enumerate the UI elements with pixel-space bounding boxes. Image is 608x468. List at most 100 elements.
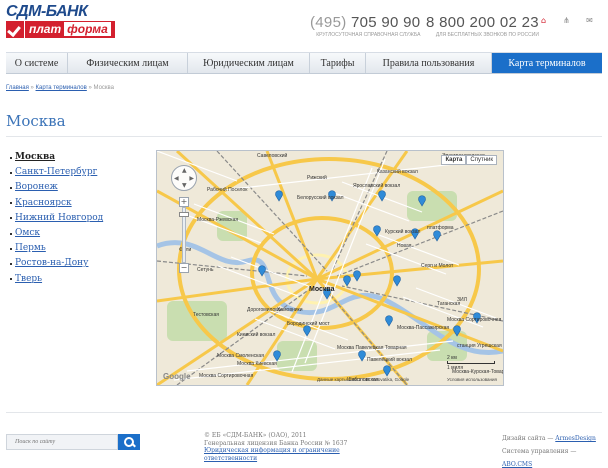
nav-item-3[interactable]: Тарифы: [310, 53, 366, 73]
cms-link[interactable]: ABO.CMS: [502, 461, 532, 468]
map-label: ЗИЛ: [457, 297, 467, 303]
nav-item-5[interactable]: Карта терминалов: [492, 53, 602, 73]
city-item: Санкт-Петербург: [10, 165, 103, 180]
breadcrumb-current: Москва: [93, 85, 114, 91]
map-label: Москва Сортировочная Рязанская: [447, 317, 503, 323]
search-icon[interactable]: [118, 434, 140, 450]
bullet-icon: [10, 217, 12, 220]
breadcrumb-home[interactable]: Главная: [6, 85, 29, 91]
map-label: Москва Смоленская: [217, 353, 264, 359]
zoom-handle[interactable]: [179, 212, 189, 217]
map-label: Дорогомилово: [247, 307, 281, 313]
map-label: Сетунь: [197, 267, 214, 273]
map-type-satellite[interactable]: Спутник: [466, 155, 497, 165]
home-icon[interactable]: ⌂: [539, 16, 548, 25]
map-label: Бородинский мост: [287, 320, 330, 327]
map-label: Москва Павелецкая Товарная: [337, 345, 407, 351]
city-item: Воронеж: [10, 180, 103, 195]
map-label: Павелецкий вокзал: [367, 356, 412, 363]
sitemap-icon[interactable]: ⋔: [562, 16, 571, 25]
map-canvas[interactable]: Савеловский Рижский Белорусский вокзал Ярос…: [157, 151, 503, 385]
google-logo[interactable]: Google: [163, 372, 191, 381]
map-attribution: Данные карты ©2012 GIS Innovatika, Googl…: [317, 377, 410, 382]
city-link[interactable]: Воронеж: [15, 180, 58, 195]
pan-right-icon[interactable]: ▶: [189, 175, 194, 182]
bullet-icon: [10, 278, 12, 281]
city-link[interactable]: Омск: [15, 226, 40, 241]
nav-item-0[interactable]: О системе: [6, 53, 68, 73]
city-item: Москва: [10, 150, 103, 165]
site-credits: Дизайн сайта — ArmesDesign Система управ…: [502, 435, 596, 468]
site-search: [6, 434, 140, 450]
map-label: Ярославский вокзал: [353, 182, 400, 189]
nav-item-1[interactable]: Физическим лицам: [68, 53, 188, 73]
nav-item-4[interactable]: Правила пользования: [366, 53, 492, 73]
nav-item-2[interactable]: Юридическим лицам: [188, 53, 310, 73]
map-label: платформа: [427, 225, 454, 231]
copyright-block: © ЕБ «СДМ-БАНК» (ОАО), 2011 Генеральная …: [204, 432, 348, 462]
map-terms-link[interactable]: Условия использования: [447, 377, 497, 382]
pan-up-icon[interactable]: ▲: [182, 167, 187, 174]
map-label: Москва-Ржевская: [197, 217, 238, 223]
main-nav: О системе Физическим лицам Юридическим лиц…: [6, 52, 602, 74]
map-type-switcher: Карта Спутник: [441, 155, 497, 165]
phone-moscow: (495) 705 90 90 круглосуточная справочна…: [310, 14, 421, 38]
map-label: Новая: [397, 243, 412, 249]
city-link[interactable]: Москва: [15, 150, 55, 165]
breadcrumb-map[interactable]: Карта терминалов: [36, 85, 87, 91]
city-item: Омск: [10, 226, 103, 241]
city-link[interactable]: Ростов-на-Дону: [15, 256, 88, 271]
map-label: Рижский: [307, 174, 327, 181]
zoom-control: + −: [179, 197, 189, 277]
map-label: Савеловский: [257, 152, 287, 159]
map-label: Белорусский вокзал: [297, 194, 344, 201]
city-item: Нижний Новгород: [10, 211, 103, 226]
map-label: Курский вокзал: [385, 228, 420, 235]
map-type-map[interactable]: Карта: [441, 155, 467, 165]
city-link[interactable]: Красноярск: [15, 196, 72, 211]
pan-left-icon[interactable]: ◀: [174, 175, 179, 182]
map-scale: 2 км 1 миля: [447, 355, 495, 371]
mail-icon[interactable]: ✉: [585, 16, 594, 25]
phone-free: 8 800 200 02 23 для бесплатных звонков п…: [426, 14, 539, 38]
zoom-slider[interactable]: [179, 207, 189, 263]
map-label: Москва-Пассажирская: [397, 325, 449, 331]
city-link[interactable]: Тверь: [15, 272, 42, 287]
search-input[interactable]: [6, 434, 119, 450]
terminal-map[interactable]: Савеловский Рижский Белорусский вокзал Ярос…: [156, 150, 504, 386]
zoom-out-button[interactable]: −: [179, 263, 189, 273]
bullet-icon: [10, 202, 12, 205]
map-label: Москва Киевская: [237, 361, 277, 367]
divider: [6, 136, 602, 137]
bullet-icon: [10, 247, 12, 250]
pan-control[interactable]: ▲ ▼ ◀ ▶: [171, 165, 197, 191]
bullet-icon: [10, 232, 12, 235]
bullet-icon: [10, 156, 12, 159]
bullet-icon: [10, 262, 12, 265]
breadcrumb: Главная » Карта терминалов » Москва: [6, 85, 114, 91]
header-icons: ⌂ ⋔ ✉: [539, 16, 594, 25]
map-label: станция Угрешская: [457, 343, 502, 349]
divider: [6, 412, 602, 413]
map-label: Тестовская: [193, 312, 219, 318]
map-label: Казанский вокзал: [377, 168, 418, 175]
pan-down-icon[interactable]: ▼: [182, 182, 187, 189]
zoom-in-button[interactable]: +: [179, 197, 189, 207]
city-item: Красноярск: [10, 196, 103, 211]
city-link[interactable]: Санкт-Петербург: [15, 165, 97, 180]
city-list: Москва Санкт-Петербург Воронеж Красноярск Ни…: [10, 150, 103, 287]
map-label: Хамовники: [277, 307, 303, 313]
city-item: Пермь: [10, 241, 103, 256]
city-link[interactable]: Нижний Новгород: [15, 211, 103, 226]
city-link[interactable]: Пермь: [15, 241, 46, 256]
map-label: Серп и Молот: [421, 263, 454, 269]
map-center-label: Москва: [309, 286, 335, 293]
design-link[interactable]: ArmesDesign: [555, 435, 596, 442]
logo-text: СДМ-БАНК: [6, 3, 88, 20]
bank-logo[interactable]: СДМ-БАНК плат форма: [6, 4, 148, 38]
bullet-icon: [10, 186, 12, 189]
legal-info-link[interactable]: Юридическая информация и ограничение отв…: [204, 447, 340, 462]
map-label: Киевский вокзал: [237, 331, 275, 338]
map-label: Рабочий Поселок: [207, 186, 248, 193]
map-label: Москва Сортировочная: [199, 373, 254, 379]
